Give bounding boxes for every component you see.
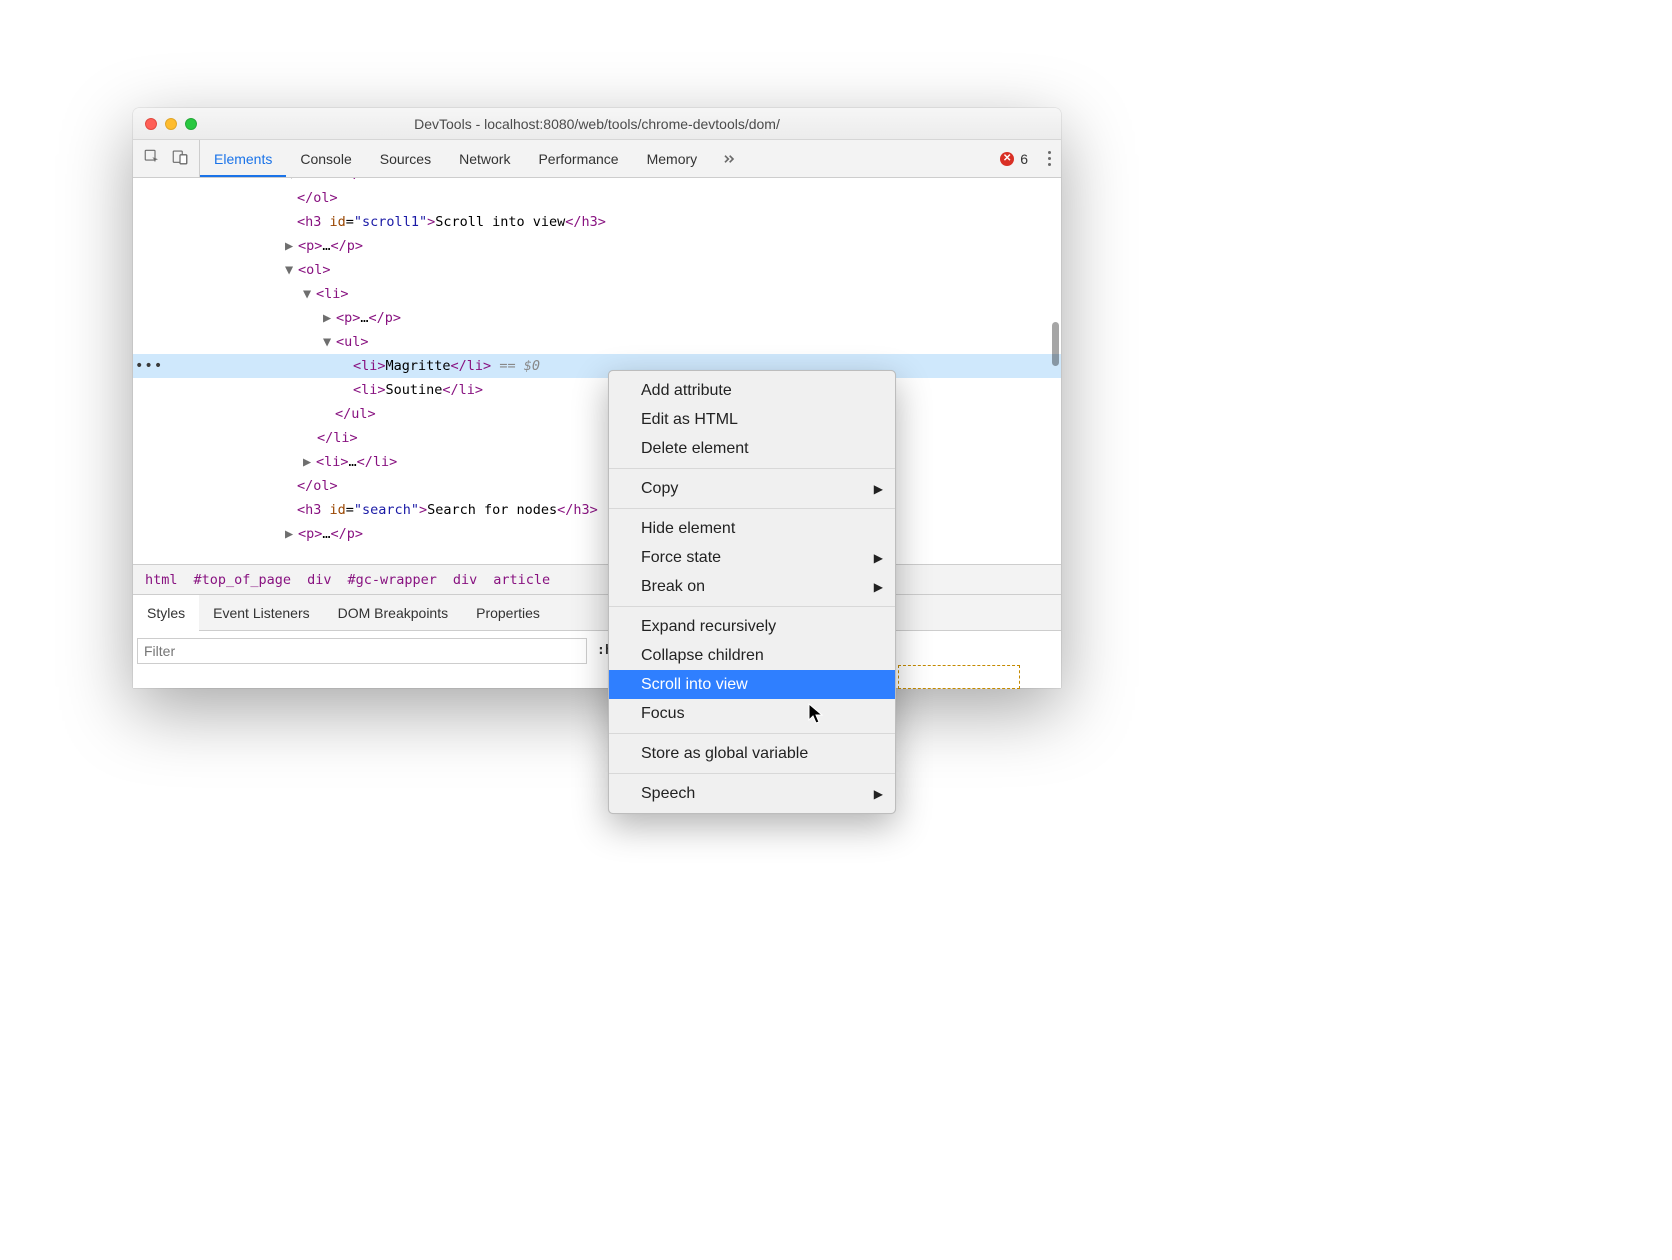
expand-arrow-icon[interactable]: ▼ (303, 282, 313, 306)
submenu-arrow-icon: ▶ (874, 551, 883, 565)
menu-item-scroll-into-view[interactable]: Scroll into view (609, 670, 895, 699)
error-count: 6 (1020, 151, 1028, 167)
menu-item-speech[interactable]: Speech▶ (609, 779, 895, 808)
submenu-arrow-icon: ▶ (874, 482, 883, 496)
crumb-top-of-page[interactable]: #top_of_page (188, 570, 298, 590)
crumb-div-1[interactable]: div (301, 570, 337, 590)
tab-performance[interactable]: Performance (524, 140, 632, 177)
menu-item-edit-as-html[interactable]: Edit as HTML (609, 405, 895, 434)
dom-line[interactable]: </ol> (133, 474, 1061, 498)
dom-line[interactable]: ▶<p>…</p> (133, 306, 1061, 330)
menu-item-break-on[interactable]: Break on▶ (609, 572, 895, 601)
crumb-div-2[interactable]: div (447, 570, 483, 590)
expand-arrow-icon[interactable]: ▶ (285, 522, 295, 546)
styles-filter-input[interactable] (137, 638, 587, 664)
submenu-arrow-icon: ▶ (874, 580, 883, 594)
expand-arrow-icon[interactable]: ▶ (285, 234, 295, 258)
dom-line[interactable]: <h3 id="scroll1">Scroll into view</h3> (133, 210, 1061, 234)
tab-network[interactable]: Network (445, 140, 524, 177)
dom-line[interactable]: <h3 id="search">Search for nodes</h3> (133, 498, 1061, 522)
dom-line[interactable]: </ol> (133, 186, 1061, 210)
tab-elements[interactable]: Elements (200, 140, 286, 177)
error-icon: ✕ (1000, 152, 1014, 166)
menu-item-focus[interactable]: Focus (609, 699, 895, 728)
expand-arrow-icon[interactable]: ▶ (303, 450, 313, 474)
zoom-icon[interactable] (185, 118, 197, 130)
toolbar-leading-tools (133, 140, 200, 177)
expand-arrow-icon[interactable]: ▶ (323, 306, 333, 330)
expand-arrow-icon[interactable]: ▼ (285, 258, 295, 282)
dom-line[interactable]: ▶<li>…</li> (133, 178, 1061, 186)
dom-line[interactable]: <li>Soutine</li> (133, 378, 1061, 402)
more-tabs-icon[interactable] (711, 140, 747, 177)
close-icon[interactable] (145, 118, 157, 130)
menu-separator (609, 606, 895, 607)
scrollbar-thumb[interactable] (1052, 322, 1059, 366)
expand-arrow-icon[interactable]: ▶ (291, 178, 301, 186)
tab-console[interactable]: Console (286, 140, 365, 177)
context-menu: Add attributeEdit as HTMLDelete element C… (608, 370, 896, 814)
crumb-html[interactable]: html (139, 570, 184, 590)
crumb-gc-wrapper[interactable]: #gc-wrapper (341, 570, 442, 590)
subtab-dom-breakpoints[interactable]: DOM Breakpoints (324, 595, 462, 630)
menu-item-collapse-children[interactable]: Collapse children (609, 641, 895, 670)
styles-filter-row: :h (133, 630, 1061, 670)
dom-line[interactable]: ▶<p>…</p> (133, 234, 1061, 258)
dom-line[interactable]: ▼<ul> (133, 330, 1061, 354)
dom-line[interactable]: </li> (133, 426, 1061, 450)
menu-item-expand-recursively[interactable]: Expand recursively (609, 612, 895, 641)
menu-separator (609, 733, 895, 734)
menu-item-hide-element[interactable]: Hide element (609, 514, 895, 543)
elements-dom-tree[interactable]: ▶<li>…</li></ol><h3 id="scroll1">Scroll … (133, 178, 1061, 564)
main-toolbar: Elements Console Sources Network Perform… (133, 140, 1061, 178)
dom-breadcrumbs: html #top_of_page div #gc-wrapper div ar… (133, 564, 1061, 594)
subtab-properties[interactable]: Properties (462, 595, 554, 630)
titlebar: DevTools - localhost:8080/web/tools/chro… (133, 108, 1061, 140)
inspect-element-icon[interactable] (143, 148, 161, 169)
crumb-article[interactable]: article (487, 570, 556, 590)
expand-arrow-icon[interactable]: ▼ (323, 330, 333, 354)
dom-line[interactable]: ▶<p>…</p> (133, 522, 1061, 546)
subtab-styles[interactable]: Styles (133, 595, 199, 630)
dom-line[interactable]: ▼<li> (133, 282, 1061, 306)
window-title: DevTools - localhost:8080/web/tools/chro… (133, 116, 1061, 132)
menu-separator (609, 468, 895, 469)
selected-line-gutter-icon: ••• (135, 354, 163, 378)
menu-item-copy[interactable]: Copy▶ (609, 474, 895, 503)
device-toolbar-icon[interactable] (171, 148, 189, 169)
menu-item-delete-element[interactable]: Delete element (609, 434, 895, 463)
dom-line[interactable]: ▼<ol> (133, 258, 1061, 282)
menu-item-store-as-global-variable[interactable]: Store as global variable (609, 739, 895, 768)
menu-item-add-attribute[interactable]: Add attribute (609, 376, 895, 405)
menu-item-force-state[interactable]: Force state▶ (609, 543, 895, 572)
settings-menu-icon[interactable] (1038, 140, 1061, 177)
dom-line[interactable]: ▶<li>…</li> (133, 450, 1061, 474)
menu-separator (609, 508, 895, 509)
dom-line[interactable]: </ul> (133, 402, 1061, 426)
styles-pane-tabs: Styles Event Listeners DOM Breakpoints P… (133, 594, 1061, 630)
submenu-arrow-icon: ▶ (874, 787, 883, 801)
toolbar-tabs: Elements Console Sources Network Perform… (200, 140, 711, 177)
minimize-icon[interactable] (165, 118, 177, 130)
menu-separator (609, 773, 895, 774)
subtab-event-listeners[interactable]: Event Listeners (199, 595, 324, 630)
error-count-badge[interactable]: ✕ 6 (990, 140, 1038, 177)
tab-memory[interactable]: Memory (633, 140, 712, 177)
devtools-window: DevTools - localhost:8080/web/tools/chro… (133, 108, 1061, 688)
tab-sources[interactable]: Sources (366, 140, 445, 177)
dom-line[interactable]: •••<li>Magritte</li> == $0 (133, 354, 1061, 378)
traffic-lights (145, 118, 197, 130)
new-style-rule-hint[interactable] (898, 665, 1020, 689)
